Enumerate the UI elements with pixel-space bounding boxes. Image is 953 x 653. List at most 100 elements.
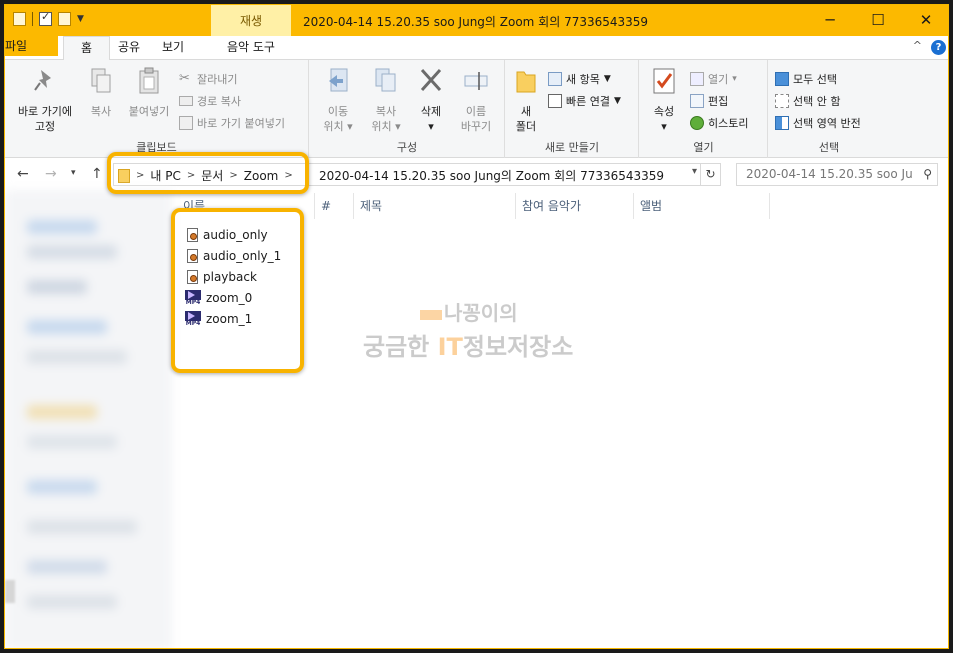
explorer-window: ▼ 재생 2020-04-14 15.20.35 soo Jung의 Zoom … xyxy=(4,4,949,649)
new-item-label: 새 항목 xyxy=(566,73,600,86)
column-header-track-number[interactable]: # xyxy=(315,193,354,219)
breadcrumb-item-current-folder[interactable]: 2020-04-14 15.20.35 soo Jung의 Zoom 회의 77… xyxy=(319,167,664,184)
ribbon: 바로 가기에 고정 복사 붙여넣기 ✂ 잘라내기 경로 복사 바로 가기 붙여넣… xyxy=(5,60,948,158)
copy-to-label: 복사 xyxy=(375,105,397,118)
title-bar: ▼ 재생 2020-04-14 15.20.35 soo Jung의 Zoom … xyxy=(5,5,948,36)
pin-label-2: 고정 xyxy=(34,120,56,133)
new-folder-icon[interactable] xyxy=(58,12,71,26)
navigation-pane-scrollbar[interactable] xyxy=(5,580,15,603)
recent-locations-chevron-icon[interactable]: ▾ xyxy=(71,168,76,178)
scissors-icon: ✂ xyxy=(179,71,190,86)
rename-label-2: 바꾸기 xyxy=(460,120,492,133)
breadcrumb-highlight xyxy=(107,152,309,194)
cut-label: 잘라내기 xyxy=(197,73,238,86)
help-icon[interactable]: ? xyxy=(931,40,946,55)
easy-access-label: 빠른 연결 xyxy=(566,95,610,108)
rename-icon xyxy=(464,72,488,90)
edit-label: 편집 xyxy=(708,95,729,108)
rename-button[interactable]: 이름 바꾸기 xyxy=(452,66,500,134)
new-folder-label-2: 폴더 xyxy=(515,120,537,133)
folder-icon xyxy=(516,71,536,93)
group-organize: 이동 위치 ▾ 복사 위치 ▾ 삭제 ▾ 이름 바꾸기 구성 xyxy=(310,60,505,158)
refresh-icon[interactable]: ↻ xyxy=(700,164,720,185)
select-all-icon xyxy=(775,72,789,86)
close-button[interactable]: ✕ xyxy=(903,5,948,36)
properties-check-icon[interactable] xyxy=(39,10,52,26)
customize-toolbar-chevron-icon[interactable]: ▼ xyxy=(77,14,84,24)
toolbar-divider xyxy=(32,12,33,26)
new-folder-button[interactable]: 새 폴더 xyxy=(510,66,542,134)
up-arrow-icon[interactable]: ↑ xyxy=(91,166,103,182)
tab-home[interactable]: 홈 xyxy=(63,36,110,61)
cut-button[interactable]: ✂ 잘라내기 xyxy=(179,70,237,88)
file-list-highlight xyxy=(171,208,304,373)
navigation-pane[interactable] xyxy=(5,190,172,648)
minimize-button[interactable]: ─ xyxy=(807,5,853,36)
tab-view[interactable]: 보기 xyxy=(155,36,191,60)
quick-access-toolbar: ▼ xyxy=(13,10,84,26)
properties-button[interactable]: 속성 ▾ xyxy=(646,66,682,134)
window-title: 2020-04-14 15.20.35 soo Jung의 Zoom 회의 77… xyxy=(303,15,649,29)
folder-icon[interactable] xyxy=(13,12,26,26)
copy-label: 복사 xyxy=(90,105,112,118)
column-header-artists[interactable]: 참여 음악가 xyxy=(516,193,634,219)
pin-quick-access-button[interactable]: 바로 가기에 고정 xyxy=(10,66,80,134)
move-to-label: 이동 xyxy=(327,105,349,118)
easy-access-button[interactable]: 빠른 연결 ▼ xyxy=(548,92,621,110)
copy-to-button[interactable]: 복사 위치 ▾ xyxy=(362,66,410,134)
search-box[interactable]: 2020-04-14 15.20.35 soo Ju... ⚲ xyxy=(736,163,938,186)
path-icon xyxy=(179,96,193,106)
delete-x-icon xyxy=(420,68,442,92)
copy-to-label-2: 위치 ▾ xyxy=(371,120,401,133)
properties-dropdown-icon[interactable]: ▾ xyxy=(646,119,682,134)
maximize-button[interactable]: ☐ xyxy=(855,5,901,36)
new-item-dropdown-icon: ▼ xyxy=(603,74,611,84)
search-input[interactable]: 2020-04-14 15.20.35 soo Ju... xyxy=(746,167,914,181)
group-label-new: 새로 만들기 xyxy=(544,141,600,154)
open-icon xyxy=(690,72,704,86)
watermark-line-1: 나꽁이의 xyxy=(420,297,518,326)
paste-label: 붙여넣기 xyxy=(128,105,170,118)
delete-button[interactable]: 삭제 ▾ xyxy=(411,66,451,134)
copy-path-button[interactable]: 경로 복사 xyxy=(179,92,241,110)
new-item-icon xyxy=(548,72,562,86)
paste-shortcut-button[interactable]: 바로 가기 붙여넣기 xyxy=(179,114,285,132)
group-label-select: 선택 xyxy=(818,141,840,154)
paste-icon xyxy=(139,67,159,94)
collapse-ribbon-icon[interactable]: ^ xyxy=(913,39,922,52)
column-header-title[interactable]: 제목 xyxy=(354,193,516,219)
invert-selection-button[interactable]: 선택 영역 반전 xyxy=(775,114,861,132)
delete-dropdown-icon[interactable]: ▾ xyxy=(411,119,451,134)
open-dropdown-icon: ▾ xyxy=(732,74,737,84)
back-arrow-icon[interactable]: ← xyxy=(17,166,29,182)
address-dropdown-chevron-icon[interactable]: ▾ xyxy=(692,166,697,177)
tab-music-tools[interactable]: 음악 도구 xyxy=(211,36,291,60)
properties-icon xyxy=(653,68,675,94)
column-header-album[interactable]: 앨범 xyxy=(634,193,770,219)
edit-button[interactable]: 편집 xyxy=(690,92,728,110)
contextual-tab-play[interactable]: 재생 xyxy=(211,5,291,36)
history-button[interactable]: 히스토리 xyxy=(690,114,748,132)
search-icon[interactable]: ⚲ xyxy=(923,167,932,181)
edit-icon xyxy=(690,94,704,108)
group-open: 속성 ▾ 열기 ▾ 편집 히스토리 열기 xyxy=(640,60,768,158)
new-item-button[interactable]: 새 항목 ▼ xyxy=(548,70,611,88)
copy-to-icon xyxy=(375,68,396,92)
select-none-button[interactable]: 선택 안 함 xyxy=(775,92,840,110)
tab-share[interactable]: 공유 xyxy=(111,36,147,60)
move-to-button[interactable]: 이동 위치 ▾ xyxy=(314,66,362,134)
group-label-organize: 구성 xyxy=(396,141,418,154)
new-folder-label: 새 xyxy=(520,105,532,118)
invert-selection-icon xyxy=(775,116,789,130)
move-to-icon xyxy=(329,68,348,92)
group-new: 새 폴더 새 항목 ▼ 빠른 연결 ▼ 새로 만들기 xyxy=(506,60,639,158)
copy-button[interactable]: 복사 xyxy=(83,66,119,119)
tab-file[interactable]: 파일 xyxy=(5,36,58,56)
select-all-button[interactable]: 모두 선택 xyxy=(775,70,837,88)
forward-arrow-icon[interactable]: → xyxy=(45,166,57,182)
group-select: 모두 선택 선택 안 함 선택 영역 반전 선택 xyxy=(769,60,889,158)
open-button[interactable]: 열기 ▾ xyxy=(690,70,737,88)
history-icon xyxy=(690,116,704,130)
history-label: 히스토리 xyxy=(708,117,749,130)
paste-button[interactable]: 붙여넣기 xyxy=(121,66,177,119)
